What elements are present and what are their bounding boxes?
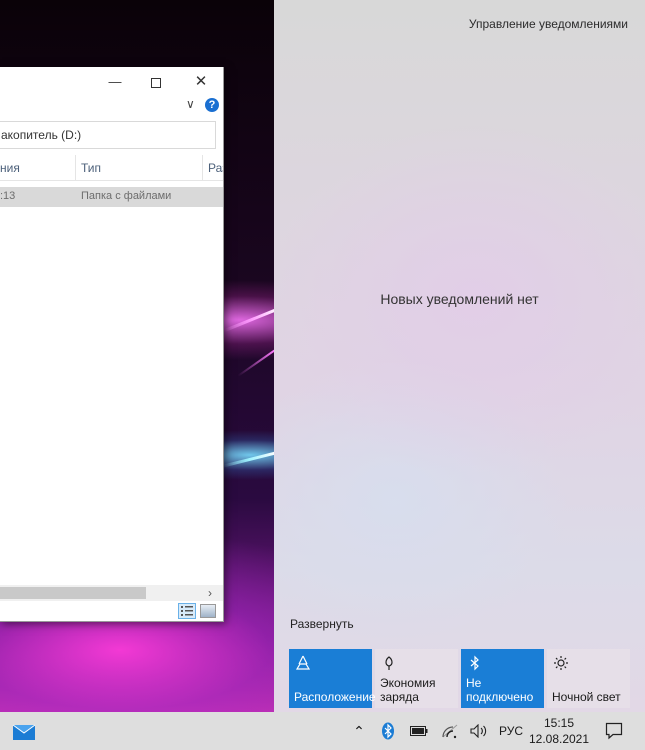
manage-notifications-link[interactable]: Управление уведомлениями xyxy=(469,17,628,31)
maximize-icon xyxy=(151,77,161,88)
taskbar: ⌃ РУС 15:15 12.08.2021 xyxy=(0,712,645,750)
file-list-row[interactable]: :13 Папка с файлами xyxy=(0,187,223,207)
expand-quick-actions-link[interactable]: Развернуть xyxy=(290,617,354,631)
location-icon xyxy=(295,655,311,670)
column-header-size[interactable]: Раз xyxy=(208,155,223,181)
column-header-type[interactable]: Тип xyxy=(81,155,101,181)
quick-action-battery-saver[interactable]: Экономия заряда xyxy=(375,649,458,708)
no-notifications-text: Новых уведомлений нет xyxy=(380,291,539,307)
file-explorer-window[interactable]: — ✕ ∨ ? акопитель (D:) ния Тип Раз :13 П… xyxy=(0,67,224,622)
tile-label: Расположение xyxy=(294,690,376,704)
battery-icon[interactable] xyxy=(410,726,428,736)
quick-action-bluetooth[interactable]: Не подключено xyxy=(461,649,544,708)
night-light-icon xyxy=(554,656,568,670)
quick-action-location[interactable]: Расположение xyxy=(289,649,376,708)
quick-action-night-light[interactable]: Ночной свет xyxy=(547,649,630,708)
clock-time: 15:15 xyxy=(543,716,575,730)
clock-date: 12.08.2021 xyxy=(528,732,590,746)
row-date: :13 xyxy=(0,190,16,202)
volume-icon[interactable] xyxy=(470,724,488,738)
details-view-icon xyxy=(181,606,193,616)
column-separator[interactable] xyxy=(75,155,76,181)
maximize-button[interactable] xyxy=(141,71,171,93)
tile-label: Ночной свет xyxy=(552,690,621,704)
notifications-button[interactable] xyxy=(596,712,645,750)
wifi-icon[interactable] xyxy=(441,723,459,739)
wallpaper-light-streak xyxy=(237,349,276,377)
ribbon-expand-chevron-icon[interactable]: ∨ xyxy=(186,97,195,111)
bluetooth-icon xyxy=(470,655,479,671)
row-type: Папка с файлами xyxy=(81,190,172,202)
battery-saver-icon xyxy=(385,656,393,670)
bluetooth-tray-icon[interactable] xyxy=(381,722,395,740)
mail-icon[interactable] xyxy=(12,721,36,741)
minimize-button[interactable]: — xyxy=(100,71,130,93)
scroll-right-arrow-icon[interactable]: › xyxy=(208,585,212,601)
close-button[interactable]: ✕ xyxy=(186,71,216,93)
tile-label: Не подключено xyxy=(466,676,534,704)
clock[interactable]: 15:15 12.08.2021 xyxy=(524,715,594,747)
large-icons-view-button[interactable] xyxy=(200,604,216,618)
column-header-name[interactable]: ния xyxy=(0,155,20,181)
address-bar[interactable]: акопитель (D:) xyxy=(0,121,216,149)
wallpaper-light-streak xyxy=(222,451,277,468)
tile-label: Экономия заряда xyxy=(380,676,436,704)
help-icon[interactable]: ? xyxy=(205,98,219,112)
details-view-button[interactable] xyxy=(178,603,196,619)
scrollbar-thumb[interactable] xyxy=(0,587,146,599)
action-center-panel: Управление уведомлениями Новых уведомлен… xyxy=(274,0,645,712)
notification-center-icon xyxy=(605,722,623,740)
address-text: акопитель (D:) xyxy=(1,128,82,142)
column-header-row: ния Тип Раз xyxy=(0,155,223,181)
column-separator[interactable] xyxy=(202,155,203,181)
horizontal-scrollbar[interactable]: › xyxy=(0,585,223,601)
show-hidden-icons-chevron-icon[interactable]: ⌃ xyxy=(350,712,368,750)
input-language-indicator[interactable]: РУС xyxy=(496,712,526,750)
wallpaper-light-streak xyxy=(223,306,281,333)
